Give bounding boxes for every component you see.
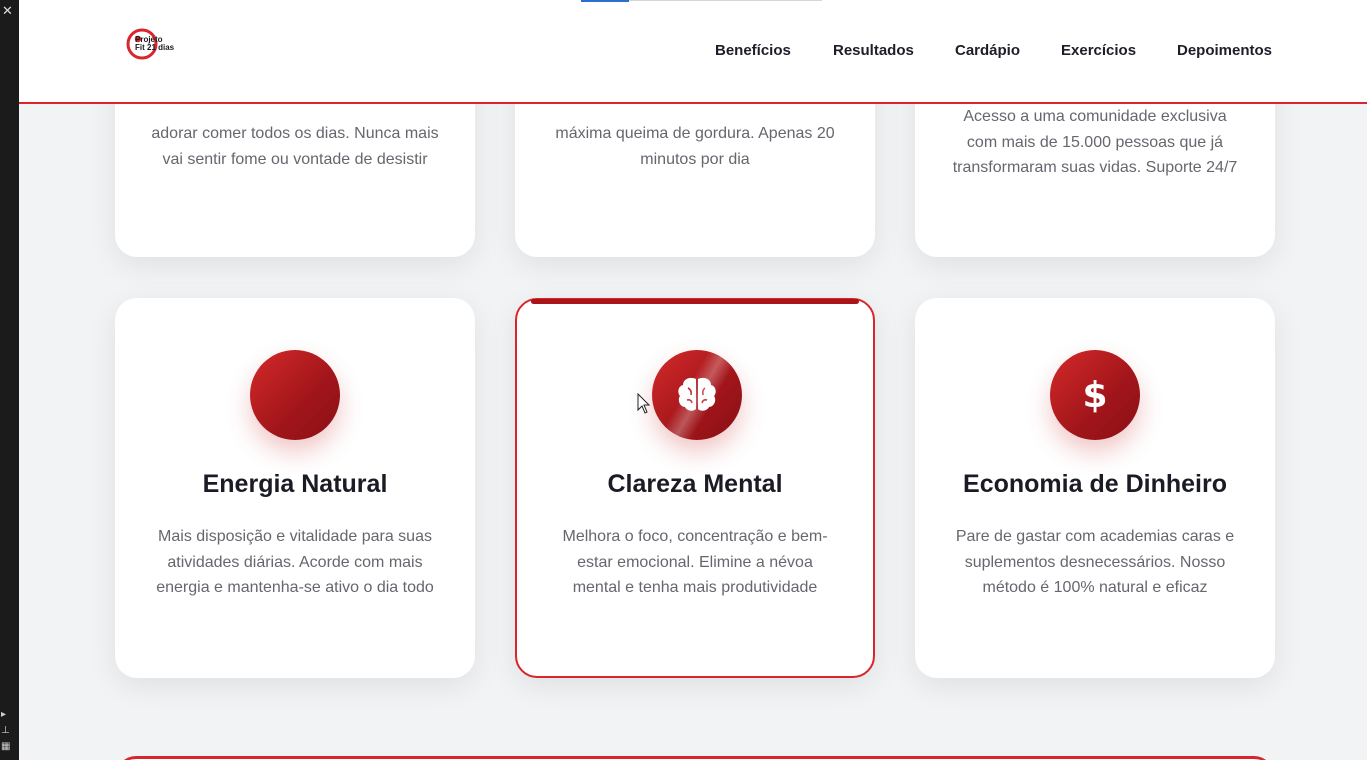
benefit-card-clareza: Clareza Mental Melhora o foco, concentra… <box>515 298 875 678</box>
benefit-card-economia: $ Economia de Dinheiro Pare de gastar co… <box>915 298 1275 678</box>
dollar-icon: $ <box>1050 350 1140 440</box>
page-content: adorar comer todos os dias. Nunca mais v… <box>19 0 1367 760</box>
mouse-cursor-icon <box>637 393 651 414</box>
tool-icon[interactable]: ⊥ <box>1 724 17 738</box>
nav-link-exercicios[interactable]: Exercícios <box>1061 42 1136 59</box>
card-description: Melhora o foco, concentração e bem-estar… <box>562 528 828 597</box>
svg-text:$: $ <box>1082 375 1107 416</box>
icon-shine <box>652 350 742 440</box>
grid-icon[interactable]: ▦ <box>1 740 17 754</box>
nav-link-resultados[interactable]: Resultados <box>833 42 914 59</box>
card-description: adorar comer todos os dias. Nunca mais v… <box>151 125 439 168</box>
nav-link-depoimentos[interactable]: Depoimentos <box>1177 42 1272 59</box>
benefit-card-energia: Energia Natural Mais disposição e vitali… <box>115 298 475 678</box>
scroll-track <box>629 0 822 1</box>
nav-link-beneficios[interactable]: Benefícios <box>715 42 791 59</box>
card-description: Pare de gastar com academias caras e sup… <box>955 528 1235 597</box>
close-icon[interactable]: ✕ <box>2 4 16 24</box>
logo[interactable]: Projeto Fit 21 dias <box>125 27 174 61</box>
scroll-indicator <box>581 0 629 2</box>
next-section-card-edge <box>116 756 1274 760</box>
left-window-strip: ✕ ▸ ⊥ ▦ <box>0 0 19 760</box>
card-description: Acesso a uma comunidade exclusiva com ma… <box>952 108 1238 177</box>
card-accent-bar <box>531 299 859 304</box>
card-title: Economia de Dinheiro <box>963 470 1227 498</box>
brain-icon <box>652 350 742 440</box>
plain-circle-icon <box>250 350 340 440</box>
logo-text-bottom: Fit 21 dias <box>135 43 175 52</box>
card-description: Mais disposição e vitalidade para suas a… <box>156 528 434 597</box>
tool-icon[interactable]: ▸ <box>1 708 17 722</box>
card-description: máxima queima de gordura. Apenas 20 minu… <box>555 125 835 168</box>
card-title: Clareza Mental <box>607 470 783 498</box>
site-header: Projeto Fit 21 dias Benefícios Resultado… <box>19 0 1367 104</box>
card-title: Energia Natural <box>202 470 388 498</box>
nav-link-cardapio[interactable]: Cardápio <box>955 42 1020 59</box>
